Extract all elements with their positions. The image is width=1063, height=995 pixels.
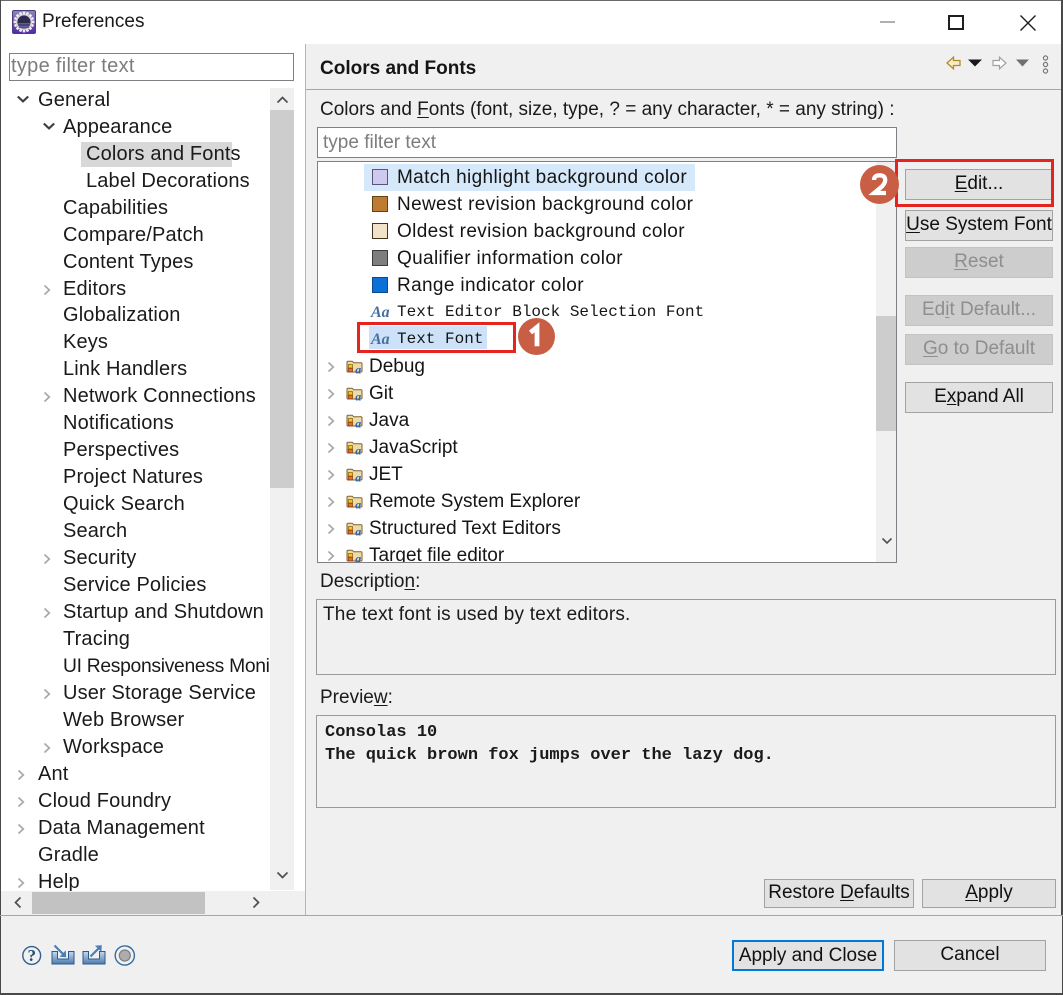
svg-text:a: a: [355, 498, 361, 509]
svg-text:a: a: [355, 552, 361, 563]
svg-text:a: a: [355, 525, 361, 536]
svg-text:a: a: [355, 417, 361, 428]
svg-text:a: a: [355, 363, 361, 374]
svg-text:?: ?: [27, 946, 35, 965]
svg-text:a: a: [355, 444, 361, 455]
svg-text:a: a: [355, 390, 361, 401]
svg-text:a: a: [355, 471, 361, 482]
